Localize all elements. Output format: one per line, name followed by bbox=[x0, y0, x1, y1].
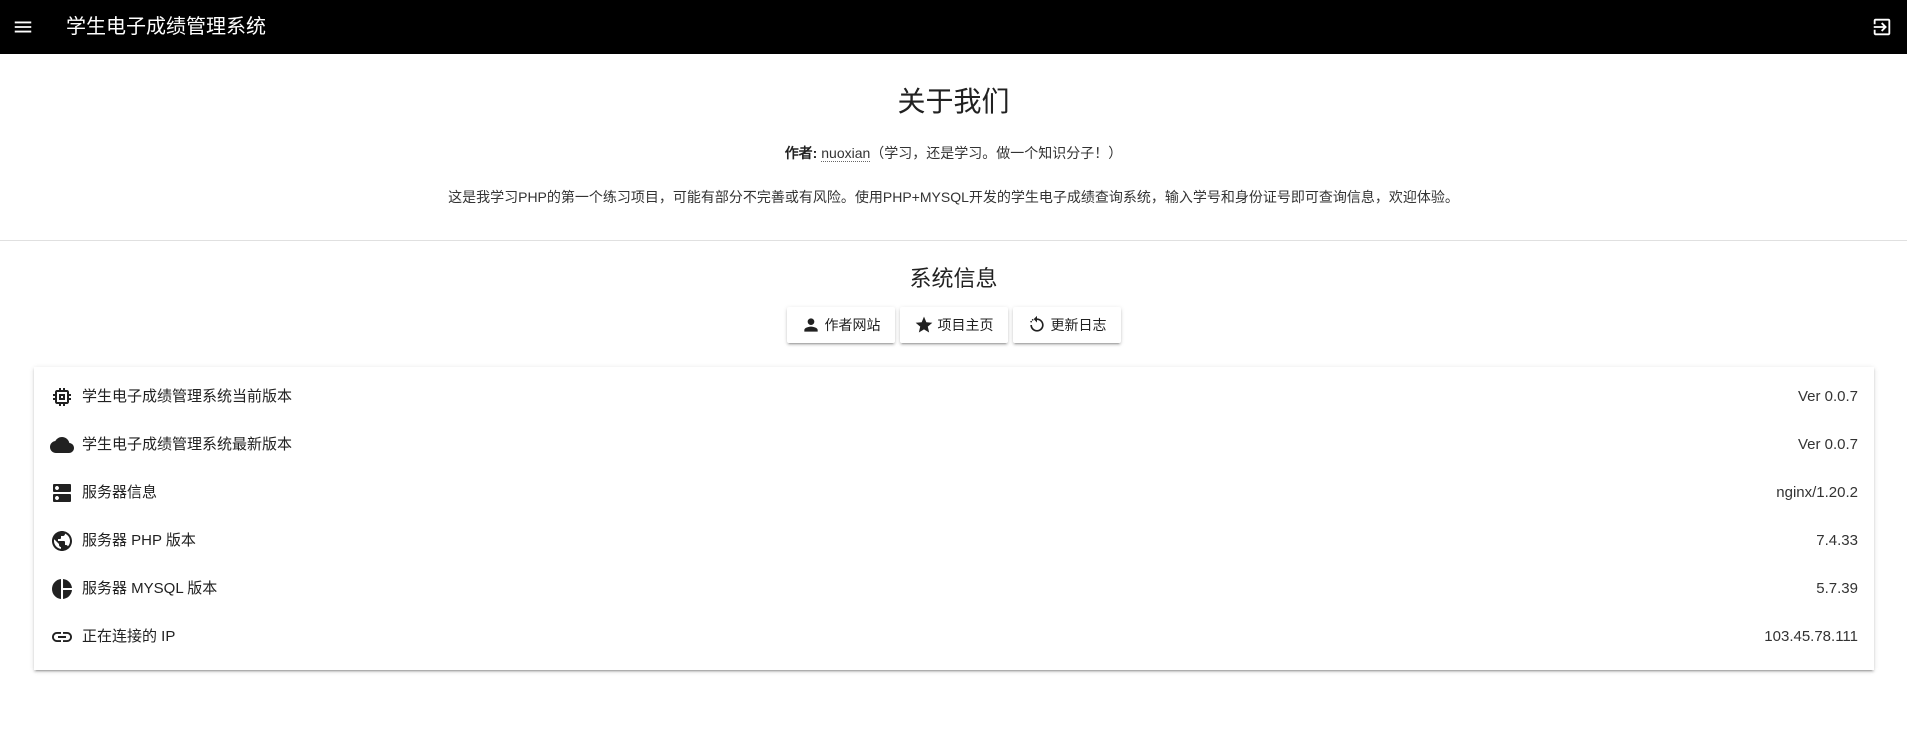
section-divider bbox=[0, 240, 1907, 241]
server-icon bbox=[50, 481, 74, 505]
about-heading: 关于我们 bbox=[897, 86, 1010, 117]
author-label: 作者: bbox=[784, 145, 818, 161]
row-value: Ver 0.0.7 bbox=[1797, 388, 1858, 405]
sysinfo-button-row: 作者网站 项目主页 更新日志 bbox=[0, 307, 1907, 343]
list-item: 正在连接的 IP 103.45.78.111 bbox=[34, 613, 1874, 661]
chip-icon bbox=[50, 385, 74, 409]
app-title: 学生电子成绩管理系统 bbox=[66, 16, 266, 38]
author-line: 作者: nuoxian（学习，还是学习。做一个知识分子！） bbox=[0, 143, 1907, 163]
project-home-button[interactable]: 项目主页 bbox=[899, 307, 1008, 343]
app-bar: 学生电子成绩管理系统 bbox=[0, 0, 1907, 54]
row-label: 服务器信息 bbox=[82, 484, 158, 501]
list-item: 学生电子成绩管理系统当前版本 Ver 0.0.7 bbox=[34, 373, 1874, 421]
star-icon bbox=[915, 316, 932, 333]
pie-chart-icon bbox=[50, 577, 74, 601]
row-value: 5.7.39 bbox=[1816, 580, 1858, 597]
author-link[interactable]: nuoxian bbox=[821, 145, 871, 162]
globe-icon bbox=[50, 529, 74, 553]
about-description: 这是我学习PHP的第一个练习项目，可能有部分不完善或有风险。使用PHP+MYSQ… bbox=[448, 189, 1459, 205]
refresh-icon bbox=[1029, 315, 1044, 332]
row-value: 103.45.78.111 bbox=[1764, 628, 1858, 645]
row-label: 服务器 MYSQL 版本 bbox=[82, 580, 218, 597]
row-value: Ver 0.0.7 bbox=[1797, 436, 1858, 453]
row-label: 学生电子成绩管理系统当前版本 bbox=[82, 388, 293, 405]
exit-icon[interactable] bbox=[1869, 14, 1895, 40]
sysinfo-heading: 系统信息 bbox=[909, 266, 998, 291]
row-value: 7.4.33 bbox=[1816, 532, 1858, 549]
row-value: nginx/1.20.2 bbox=[1776, 484, 1858, 501]
author-website-button[interactable]: 作者网站 bbox=[786, 307, 895, 343]
changelog-button[interactable]: 更新日志 bbox=[1012, 307, 1121, 343]
project-home-label: 项目主页 bbox=[937, 317, 994, 333]
person-icon bbox=[803, 318, 818, 332]
author-website-label: 作者网站 bbox=[824, 317, 881, 333]
row-label: 学生电子成绩管理系统最新版本 bbox=[82, 436, 293, 453]
link-icon bbox=[50, 625, 74, 649]
cloud-icon bbox=[50, 433, 74, 457]
list-item: 服务器 PHP 版本 7.4.33 bbox=[34, 517, 1874, 565]
row-label: 正在连接的 IP bbox=[82, 628, 176, 645]
list-item: 服务器 MYSQL 版本 5.7.39 bbox=[34, 565, 1874, 613]
about-section: 关于我们 作者: nuoxian（学习，还是学习。做一个知识分子！） 这是我学习… bbox=[0, 54, 1907, 241]
list-item: 学生电子成绩管理系统最新版本 Ver 0.0.7 bbox=[34, 421, 1874, 469]
changelog-label: 更新日志 bbox=[1050, 317, 1107, 333]
row-label: 服务器 PHP 版本 bbox=[82, 532, 196, 549]
list-item: 服务器信息 nginx/1.20.2 bbox=[34, 469, 1874, 517]
sysinfo-card: 学生电子成绩管理系统当前版本 Ver 0.0.7 学生电子成绩管理系统最新版本 … bbox=[34, 367, 1874, 670]
author-motto: （学习，还是学习。做一个知识分子！） bbox=[870, 145, 1123, 161]
menu-icon[interactable] bbox=[10, 14, 36, 40]
